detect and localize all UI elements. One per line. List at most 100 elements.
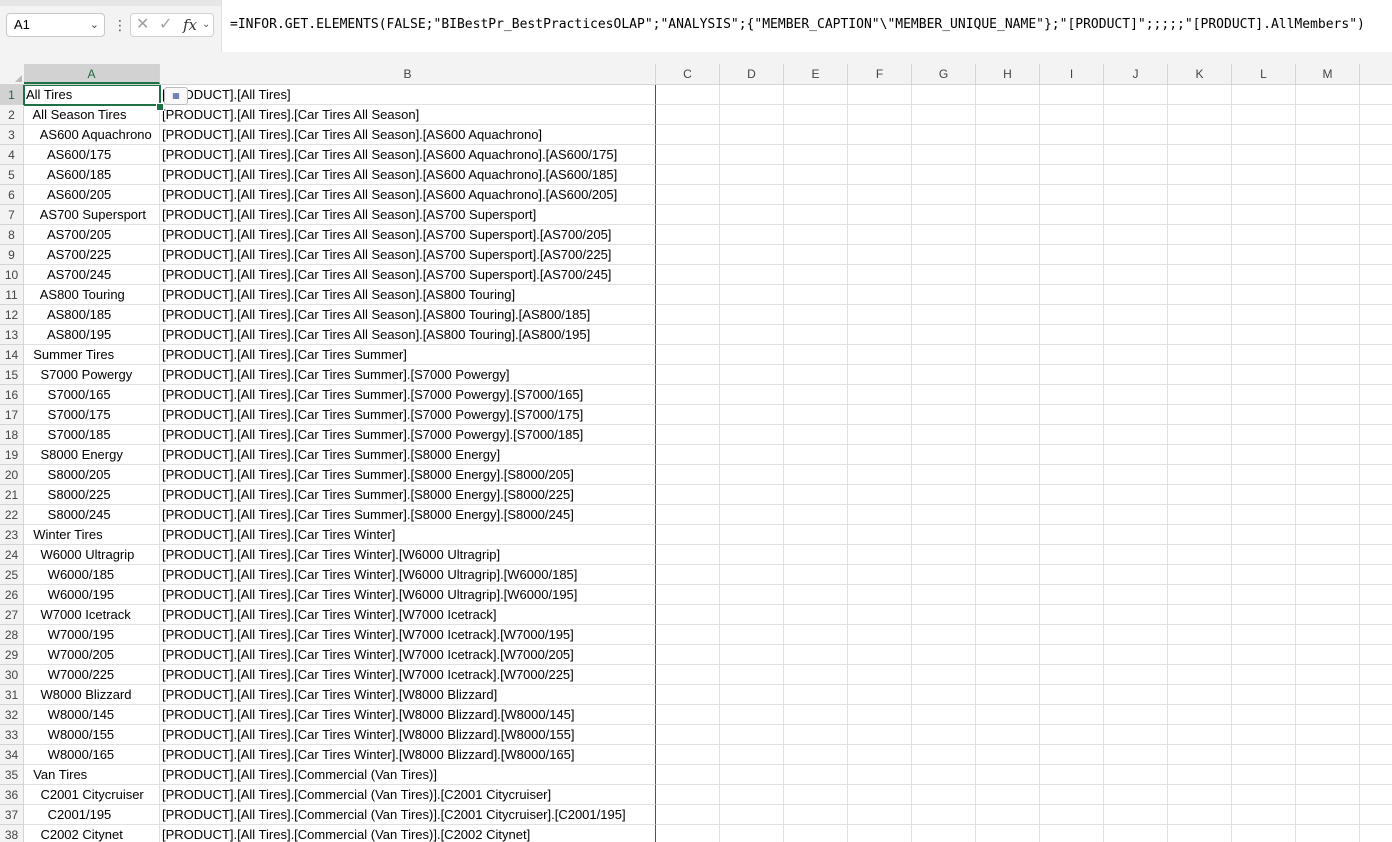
cell-a[interactable]: W7000/195 (24, 625, 160, 645)
cell-b[interactable]: [PRODUCT].[All Tires].[Car Tires Summer]… (160, 365, 656, 385)
cell-a[interactable]: W6000/195 (24, 585, 160, 605)
row-header[interactable]: 16 (0, 385, 24, 405)
empty-cells[interactable] (656, 85, 1392, 105)
empty-cells[interactable] (656, 625, 1392, 645)
empty-cells[interactable] (656, 585, 1392, 605)
empty-cells[interactable] (656, 405, 1392, 425)
row-header[interactable]: 29 (0, 645, 24, 665)
enter-check-icon[interactable]: ✓ (159, 14, 172, 36)
row-header[interactable]: 23 (0, 525, 24, 545)
cell-b[interactable]: [PRODUCT].[All Tires].[Car Tires Winter]… (160, 585, 656, 605)
row-header[interactable]: 14 (0, 345, 24, 365)
cell-b[interactable]: [PRODUCT].[All Tires].[Car Tires Winter]… (160, 645, 656, 665)
cell-a[interactable]: W8000/165 (24, 745, 160, 765)
row-header[interactable]: 2 (0, 105, 24, 125)
cell-b[interactable]: [PRODUCT].[All Tires].[Car Tires Winter]… (160, 685, 656, 705)
cell-a[interactable]: AS700/205 (24, 225, 160, 245)
cell-a[interactable]: Van Tires (24, 765, 160, 785)
row-header[interactable]: 11 (0, 285, 24, 305)
cell-a[interactable]: Summer Tires (24, 345, 160, 365)
row-header[interactable]: 3 (0, 125, 24, 145)
empty-cells[interactable] (656, 145, 1392, 165)
row-header[interactable]: 15 (0, 365, 24, 385)
empty-cells[interactable] (656, 525, 1392, 545)
column-header-h[interactable]: H (976, 64, 1040, 84)
cell-b[interactable]: [PRODUCT].[All Tires].[Car Tires Summer]… (160, 505, 656, 525)
cell-a[interactable]: W6000 Ultragrip (24, 545, 160, 565)
cell-b[interactable]: [PRODUCT].[All Tires].[Car Tires All Sea… (160, 105, 656, 125)
cell-b[interactable]: [PRODUCT].[All Tires].[Car Tires All Sea… (160, 245, 656, 265)
cell-b[interactable]: [PRODUCT].[All Tires] (160, 85, 656, 105)
cell-a[interactable]: AS800/185 (24, 305, 160, 325)
row-header[interactable]: 35 (0, 765, 24, 785)
row-header[interactable]: 38 (0, 825, 24, 842)
cell-a[interactable]: C2001 Citycruiser (24, 785, 160, 805)
row-header[interactable]: 33 (0, 725, 24, 745)
quick-analysis-icon[interactable]: ▦ (164, 87, 188, 105)
cell-b[interactable]: [PRODUCT].[All Tires].[Car Tires Summer]… (160, 445, 656, 465)
empty-cells[interactable] (656, 345, 1392, 365)
row-header[interactable]: 21 (0, 485, 24, 505)
cell-b[interactable]: [PRODUCT].[All Tires].[Car Tires Winter] (160, 525, 656, 545)
column-header-b[interactable]: B (160, 64, 656, 84)
empty-cells[interactable] (656, 245, 1392, 265)
cell-b[interactable]: [PRODUCT].[All Tires].[Car Tires All Sea… (160, 325, 656, 345)
empty-cells[interactable] (656, 445, 1392, 465)
cell-b[interactable]: [PRODUCT].[All Tires].[Car Tires All Sea… (160, 205, 656, 225)
row-header[interactable]: 20 (0, 465, 24, 485)
cell-b[interactable]: [PRODUCT].[All Tires].[Car Tires Winter]… (160, 605, 656, 625)
empty-cells[interactable] (656, 645, 1392, 665)
cell-a[interactable]: AS800 Touring (24, 285, 160, 305)
empty-cells[interactable] (656, 325, 1392, 345)
insert-function-icon[interactable]: fx (183, 14, 197, 36)
cell-a[interactable]: S7000/175 (24, 405, 160, 425)
cell-b[interactable]: [PRODUCT].[All Tires].[Car Tires Summer]… (160, 405, 656, 425)
cell-a[interactable]: All Season Tires (24, 105, 160, 125)
row-header[interactable]: 37 (0, 805, 24, 825)
row-header[interactable]: 28 (0, 625, 24, 645)
cell-a[interactable]: AS600/185 (24, 165, 160, 185)
cell-b[interactable]: [PRODUCT].[All Tires].[Car Tires Winter]… (160, 545, 656, 565)
column-header-a[interactable]: A (24, 64, 160, 84)
cell-b[interactable]: [PRODUCT].[All Tires].[Car Tires All Sea… (160, 145, 656, 165)
row-header[interactable]: 18 (0, 425, 24, 445)
column-header-d[interactable]: D (720, 64, 784, 84)
row-header[interactable]: 26 (0, 585, 24, 605)
cell-b[interactable]: [PRODUCT].[All Tires].[Car Tires All Sea… (160, 225, 656, 245)
row-header[interactable]: 31 (0, 685, 24, 705)
column-header-m[interactable]: M (1296, 64, 1360, 84)
empty-cells[interactable] (656, 305, 1392, 325)
empty-cells[interactable] (656, 805, 1392, 825)
row-header[interactable]: 1 (0, 85, 24, 105)
row-header[interactable]: 19 (0, 445, 24, 465)
cell-a[interactable]: C2002 Citynet (24, 825, 160, 842)
chevron-down-icon[interactable]: ⌄ (202, 14, 210, 36)
column-header-k[interactable]: K (1168, 64, 1232, 84)
cell-b[interactable]: [PRODUCT].[All Tires].[Car Tires All Sea… (160, 125, 656, 145)
cell-b[interactable]: [PRODUCT].[All Tires].[Car Tires Summer]… (160, 465, 656, 485)
cell-a[interactable]: S8000/245 (24, 505, 160, 525)
more-options-icon[interactable]: ⋮ (113, 14, 127, 36)
name-box[interactable]: A1 ⌄ (6, 13, 105, 37)
row-header[interactable]: 30 (0, 665, 24, 685)
empty-cells[interactable] (656, 505, 1392, 525)
empty-cells[interactable] (656, 465, 1392, 485)
row-header[interactable]: 8 (0, 225, 24, 245)
cell-b[interactable]: [PRODUCT].[All Tires].[Car Tires Winter]… (160, 665, 656, 685)
empty-cells[interactable] (656, 285, 1392, 305)
cell-a[interactable]: AS700/225 (24, 245, 160, 265)
cell-a[interactable]: S7000/185 (24, 425, 160, 445)
column-header-e[interactable]: E (784, 64, 848, 84)
cell-a[interactable]: W7000/205 (24, 645, 160, 665)
column-header-l[interactable]: L (1232, 64, 1296, 84)
cell-a[interactable]: S7000/165 (24, 385, 160, 405)
empty-cells[interactable] (656, 385, 1392, 405)
cell-a[interactable]: Winter Tires (24, 525, 160, 545)
empty-cells[interactable] (656, 765, 1392, 785)
cell-a[interactable]: AS600 Aquachrono (24, 125, 160, 145)
empty-cells[interactable] (656, 265, 1392, 285)
cell-a[interactable]: AS800/195 (24, 325, 160, 345)
row-header[interactable]: 10 (0, 265, 24, 285)
row-header[interactable]: 22 (0, 505, 24, 525)
empty-cells[interactable] (656, 205, 1392, 225)
